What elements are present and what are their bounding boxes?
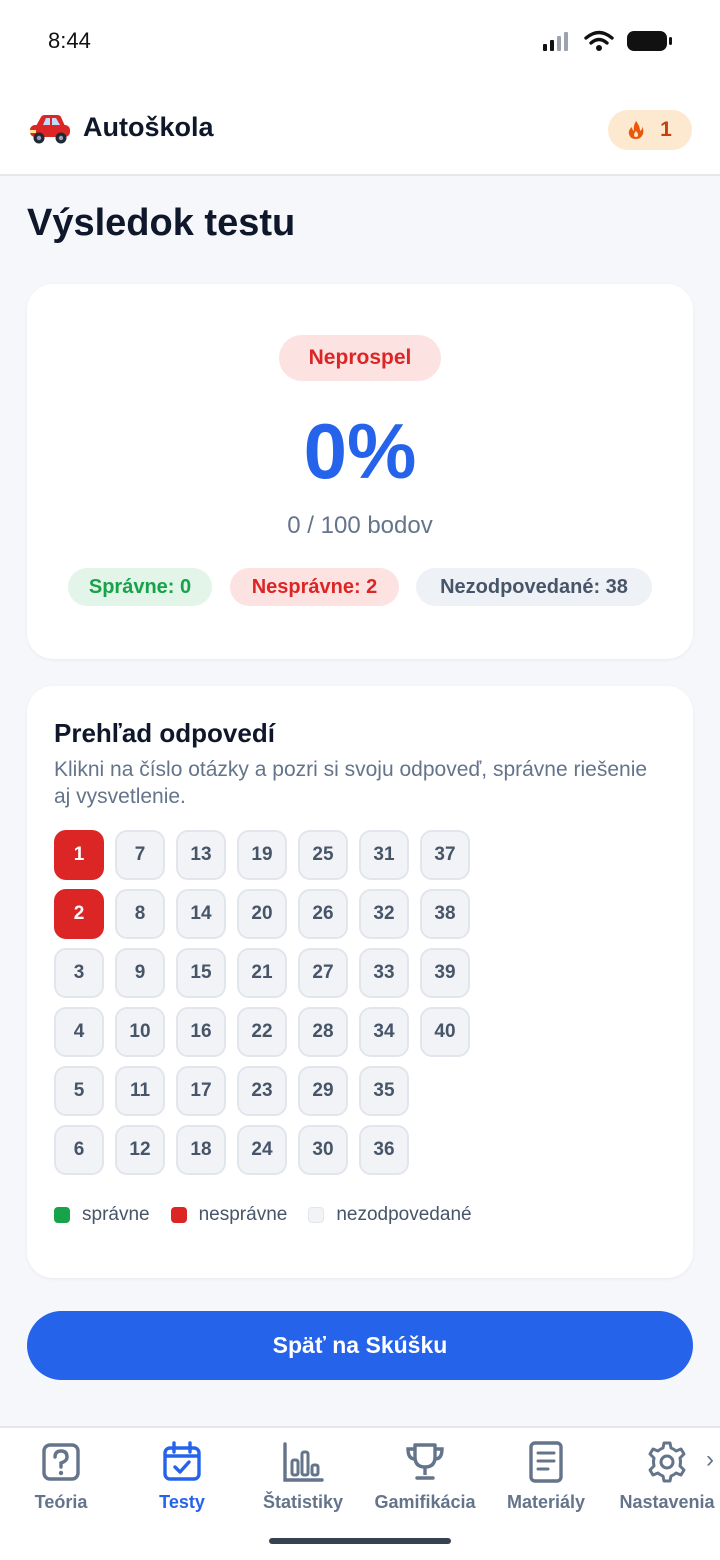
question-number-button[interactable]: 5 — [54, 1066, 104, 1116]
question-number-button[interactable]: 13 — [176, 830, 226, 880]
back-to-exam-button[interactable]: Späť na Skúšku — [27, 1311, 693, 1380]
question-number-button[interactable]: 35 — [359, 1066, 409, 1116]
question-number-button[interactable]: 33 — [359, 948, 409, 998]
question-number-button[interactable]: 18 — [176, 1125, 226, 1175]
question-number-button[interactable]: 36 — [359, 1125, 409, 1175]
question-number-button[interactable]: 21 — [237, 948, 287, 998]
status-bar: 8:44 — [0, 0, 720, 86]
page-title: Výsledok testu — [27, 202, 296, 244]
app-header: Autoškola 1 — [0, 86, 720, 176]
legend-correct-label: správne — [82, 1204, 150, 1225]
document-icon — [529, 1441, 563, 1483]
correct-count-pill: Správne: 0 — [68, 568, 212, 606]
unanswered-count-pill: Nezodpovedané: 38 — [416, 568, 652, 606]
question-number-button[interactable]: 32 — [359, 889, 409, 939]
question-number-button[interactable]: 8 — [115, 889, 165, 939]
question-number-button[interactable]: 10 — [115, 1007, 165, 1057]
legend: správne nesprávne nezodpovedané — [54, 1204, 493, 1226]
nav-item-nastavenia[interactable]: Nastavenia — [606, 1440, 720, 1513]
streak-count: 1 — [660, 118, 672, 141]
battery-icon — [627, 31, 672, 51]
question-number-button[interactable]: 16 — [176, 1007, 226, 1057]
legend-wrong: nesprávne — [170, 1204, 288, 1226]
chevron-right-icon[interactable]: › — [706, 1446, 714, 1474]
legend-correct: správne — [54, 1204, 150, 1226]
question-number-button[interactable]: 20 — [237, 889, 287, 939]
question-number-button[interactable]: 4 — [54, 1007, 104, 1057]
nav-item-gamifikacia[interactable]: Gamifikácia — [364, 1440, 486, 1513]
question-number-button[interactable]: 7 — [115, 830, 165, 880]
question-number-button[interactable]: 22 — [237, 1007, 287, 1057]
overview-title: Prehľad odpovedí — [54, 718, 275, 748]
app-title: Autoškola — [83, 112, 214, 142]
question-number-button[interactable]: 17 — [176, 1066, 226, 1116]
question-number-button[interactable]: 28 — [298, 1007, 348, 1057]
question-number-button[interactable]: 2 — [54, 889, 104, 939]
nav-label-gamifikacia: Gamifikácia — [374, 1492, 476, 1512]
question-number-button[interactable]: 37 — [420, 830, 470, 880]
score-points: 0 / 100 bodov — [287, 512, 433, 539]
nav-label-teoria: Teória — [34, 1492, 88, 1512]
gear-icon — [648, 1441, 686, 1483]
status-time: 8:44 — [48, 28, 91, 53]
bar-chart-icon — [283, 1442, 324, 1482]
legend-wrong-swatch — [170, 1207, 187, 1223]
question-number-button[interactable]: 9 — [115, 948, 165, 998]
bottom-nav: Teória Testy Štatistiky Gamifikácia Mate… — [0, 1426, 720, 1560]
trophy-icon — [406, 1443, 444, 1480]
legend-wrong-label: nesprávne — [198, 1204, 288, 1225]
question-number-button[interactable]: 23 — [237, 1066, 287, 1116]
question-number-button[interactable]: 40 — [420, 1007, 470, 1057]
streak-badge[interactable]: 1 — [608, 110, 692, 150]
legend-unanswered: nezodpovedané — [308, 1204, 472, 1226]
question-number-button[interactable]: 15 — [176, 948, 226, 998]
question-number-button[interactable]: 6 — [54, 1125, 104, 1175]
nav-label-statistiky: Štatistiky — [262, 1492, 344, 1512]
question-number-button[interactable]: 31 — [359, 830, 409, 880]
car-icon — [30, 115, 70, 144]
question-number-button[interactable]: 34 — [359, 1007, 409, 1057]
question-grid: 1 2 3 4 5 6 7 8 9 10 11 12 13 14 15 16 17 18 19 20 21 22 23 24 2… — [54, 830, 474, 1175]
question-number-button[interactable]: 26 — [298, 889, 348, 939]
score-percent: 0% — [303, 407, 417, 495]
legend-unanswered-swatch — [308, 1207, 325, 1223]
flame-icon — [628, 121, 644, 139]
question-number-button[interactable]: 27 — [298, 948, 348, 998]
question-number-button[interactable]: 11 — [115, 1066, 165, 1116]
nav-label-materialy: Materiály — [506, 1492, 586, 1512]
status-icons — [542, 30, 674, 52]
nav-item-materialy[interactable]: Materiály — [485, 1440, 607, 1513]
home-indicator — [269, 1538, 451, 1544]
nav-item-teoria[interactable]: Teória — [0, 1440, 122, 1513]
question-number-button[interactable]: 1 — [54, 830, 104, 880]
question-icon — [42, 1443, 80, 1481]
question-number-button[interactable]: 3 — [54, 948, 104, 998]
question-number-button[interactable]: 25 — [298, 830, 348, 880]
wifi-icon — [584, 30, 614, 51]
question-number-button[interactable]: 39 — [420, 948, 470, 998]
overview-description: Klikni na číslo otázky a pozri si svoju … — [54, 758, 648, 808]
answers-overview-card: Prehľad odpovedí Klikni na číslo otázky … — [27, 686, 693, 1278]
question-number-button[interactable]: 38 — [420, 889, 470, 939]
question-number-button[interactable]: 30 — [298, 1125, 348, 1175]
question-number-button[interactable]: 24 — [237, 1125, 287, 1175]
result-card: Neprospel 0% 0 / 100 bodov Správne: 0 Ne… — [27, 284, 693, 659]
nav-item-testy[interactable]: Testy — [121, 1440, 243, 1513]
question-number-button[interactable]: 12 — [115, 1125, 165, 1175]
nav-label-nastavenia: Nastavenia — [619, 1492, 715, 1512]
nav-item-statistiky[interactable]: Štatistiky — [242, 1440, 364, 1513]
legend-unanswered-label: nezodpovedané — [336, 1204, 472, 1225]
verdict-badge: Neprospel — [279, 335, 441, 381]
nav-label-testy: Testy — [159, 1492, 205, 1512]
calendar-check-icon — [163, 1441, 201, 1481]
question-number-button[interactable]: 14 — [176, 889, 226, 939]
signal-icon — [543, 32, 568, 51]
question-number-button[interactable]: 29 — [298, 1066, 348, 1116]
legend-correct-swatch — [54, 1207, 70, 1223]
wrong-count-pill: Nesprávne: 2 — [230, 568, 399, 606]
question-number-button[interactable]: 19 — [237, 830, 287, 880]
